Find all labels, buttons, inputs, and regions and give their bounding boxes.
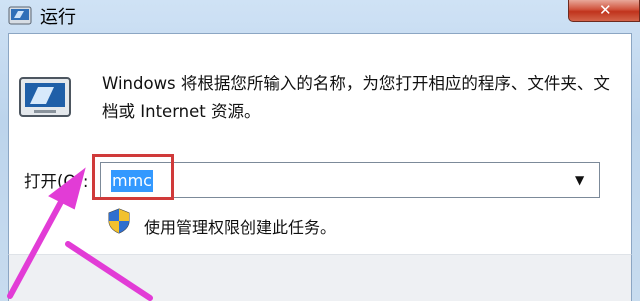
open-combobox[interactable]: mmc ▼: [100, 162, 600, 198]
uac-shield-icon: [108, 208, 130, 234]
button-area: [8, 254, 632, 301]
window-title: 运行: [40, 7, 76, 28]
title-bar[interactable]: 运行 ✕: [0, 0, 640, 30]
annotation-highlight-box: [92, 154, 174, 200]
run-icon: [8, 6, 32, 25]
close-icon: ✕: [599, 1, 612, 19]
dialog-description: Windows 将根据您所输入的名称，为您打开相应的程序、文件夹、文档或 Int…: [102, 74, 610, 121]
open-label: 打开(O):: [24, 172, 89, 191]
admin-privilege-note: 使用管理权限创建此任务。: [144, 218, 337, 237]
close-button[interactable]: ✕: [568, 0, 640, 22]
chevron-down-icon[interactable]: ▼: [575, 173, 584, 187]
run-dialog-window: 运行 ✕ Windows 将根据您所输入的名称，为您打开相应的程序、文件夹、文档…: [0, 0, 640, 301]
run-icon: [19, 77, 71, 117]
